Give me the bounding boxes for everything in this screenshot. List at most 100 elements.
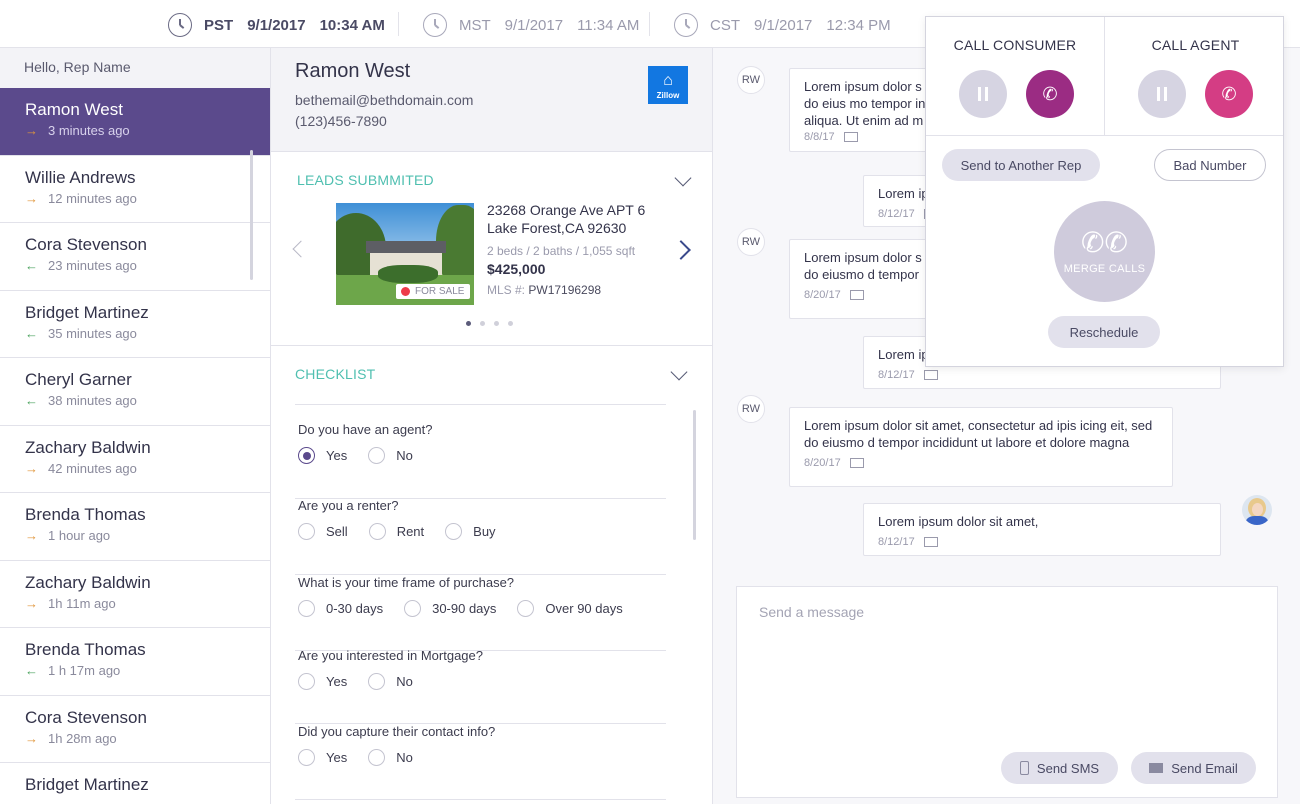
radio-option[interactable]: No [368,673,413,690]
avatar-shirt [1246,516,1268,525]
lead-phone[interactable]: (123)456-7890 [295,111,688,132]
radio-button[interactable] [445,523,463,540]
contact-item[interactable]: Bridget Martinez ← 35 minutes ago [0,290,270,358]
radio-option[interactable]: Over 90 days [517,600,623,617]
mls-label: MLS #: [487,283,526,297]
chevron-down-icon[interactable] [674,169,692,187]
message-meta: 8/20/17 [804,457,1158,469]
contact-avatar: RW [737,66,765,94]
send-sms-button[interactable]: Send SMS [1001,752,1118,784]
contact-name: Bridget Martinez [25,775,149,794]
radio-option[interactable]: No [368,447,413,464]
radio-button[interactable] [368,523,386,540]
greeting: Hello, Rep Name [24,59,131,75]
message-date: 8/12/17 [878,536,915,548]
zillow-logo: ⌂ Zillow [648,66,688,104]
radio-option[interactable]: Sell [298,523,348,540]
checklist-title[interactable]: CHECKLIST [295,366,375,382]
radio-option[interactable]: Yes [298,673,347,690]
radio-button[interactable] [298,523,315,540]
phone-icon: ✆ [1042,84,1058,104]
pause-consumer-button[interactable] [959,70,1007,118]
checklist-scrollbar[interactable] [693,410,696,540]
carousel-dot[interactable] [466,321,471,326]
radio-button[interactable] [404,600,422,617]
call-consumer-button[interactable]: ✆ [1026,70,1074,118]
timezone-mst: MST 9/1/2017 11:34 AM [423,13,653,37]
radio-option[interactable]: Yes [298,447,347,464]
question-text: Are you a renter? [298,498,399,513]
send-to-another-rep-button[interactable]: Send to Another Rep [942,149,1100,181]
message-date: 8/20/17 [804,289,841,301]
contact-name: Cora Stevenson [25,235,147,254]
envelope-icon [1149,763,1164,773]
sms-icon [849,458,864,468]
merge-calls-label: MERGE CALLS [1063,262,1146,275]
listing-mls: MLS #: PW17196298 [487,283,667,297]
contact-item[interactable]: Zachary Baldwin → 42 minutes ago [0,425,270,493]
contact-name: Zachary Baldwin [25,437,151,457]
merge-calls-button[interactable]: ✆✆ MERGE CALLS [1054,201,1155,302]
contact-item[interactable]: Ramon West → 3 minutes ago [0,88,270,156]
contact-item[interactable]: Brenda Thomas ← 1 h 17m ago [0,628,270,696]
zillow-wordmark: Zillow [656,91,680,100]
tz-zone: PST [204,16,234,34]
message-date: 8/20/17 [804,457,841,469]
photo-roof [366,241,446,253]
message-input-placeholder[interactable]: Send a message [759,604,864,620]
radio-option[interactable]: Buy [445,523,496,540]
chevron-down-icon[interactable] [670,363,688,381]
carousel-dot[interactable] [480,321,485,326]
message-line: Lorem ipsum dolor sit amet, consectetur … [804,418,1153,433]
contact-item[interactable]: Cora Stevenson ← 23 minutes ago [0,223,270,291]
contact-meta: ← 1 h 17m ago [25,663,246,678]
option-label: Yes [326,448,348,463]
listing-address-line1: 23268 Orange Ave APT 6 [487,202,646,218]
pause-agent-button[interactable] [1138,70,1186,118]
send-email-button[interactable]: Send Email [1131,752,1256,784]
contact-name: Willie Andrews [25,167,136,187]
message-composer[interactable]: Send a message Send SMS Send Email [736,586,1278,798]
option-label: No [396,750,413,765]
contact-sidebar: Hello, Rep Name Ramon West → 3 minutes ag… [0,48,271,804]
radio-option[interactable]: 0-30 days [298,600,383,617]
contact-item[interactable]: Cora Stevenson → 1h 28m ago [0,695,270,763]
message-date: 8/8/17 [804,131,835,143]
mobile-phone-icon [1019,761,1029,775]
checklist-question: Did you capture their contact info? Yes … [295,724,666,800]
radio-option[interactable]: Rent [368,523,424,540]
radio-option[interactable]: Yes [298,749,347,766]
contact-item[interactable]: Brenda Thomas → 1 hour ago [0,493,270,561]
contact-item[interactable]: Bridget Martinez [0,763,270,804]
radio-button[interactable] [298,447,315,464]
radio-button[interactable] [368,673,386,690]
radio-option[interactable]: No [368,749,413,766]
radio-button[interactable] [368,749,386,766]
radio-button[interactable] [298,600,315,617]
radio-button[interactable] [298,673,315,690]
reschedule-button[interactable]: Reschedule [1048,316,1160,348]
radio-option[interactable]: 30-90 days [404,600,496,617]
radio-button[interactable] [298,749,315,766]
lead-email[interactable]: bethemail@bethdomain.com [295,90,688,111]
carousel-dot[interactable] [494,321,499,326]
outgoing-arrow-icon: → [25,460,38,476]
bad-number-button[interactable]: Bad Number [1154,149,1266,181]
call-control-popup: CALL CONSUMER ✆ CALL AGENT ✆ Send to Ano… [925,16,1284,367]
divider [926,135,1283,136]
photo-bush [378,265,438,283]
contact-item[interactable]: Zachary Baldwin → 1h 11m ago [0,560,270,628]
radio-button[interactable] [368,447,386,464]
call-agent-title: CALL AGENT [1151,37,1240,53]
carousel-dot[interactable] [508,321,513,326]
contact-item[interactable]: Willie Andrews → 12 minutes ago [0,155,270,223]
sidebar-scrollbar[interactable] [250,150,253,280]
call-agent-button[interactable]: ✆ [1205,70,1253,118]
divider [398,12,399,36]
property-photo[interactable]: FOR SALE [336,203,474,305]
listing-details: 23268 Orange Ave APT 6 Lake Forest,CA 92… [487,201,667,297]
leads-section-title[interactable]: LEADS SUBMMITED [297,172,434,188]
contact-item[interactable]: Cheryl Garner ← 38 minutes ago [0,358,270,426]
option-label: Sell [326,524,348,539]
radio-button[interactable] [517,600,535,617]
